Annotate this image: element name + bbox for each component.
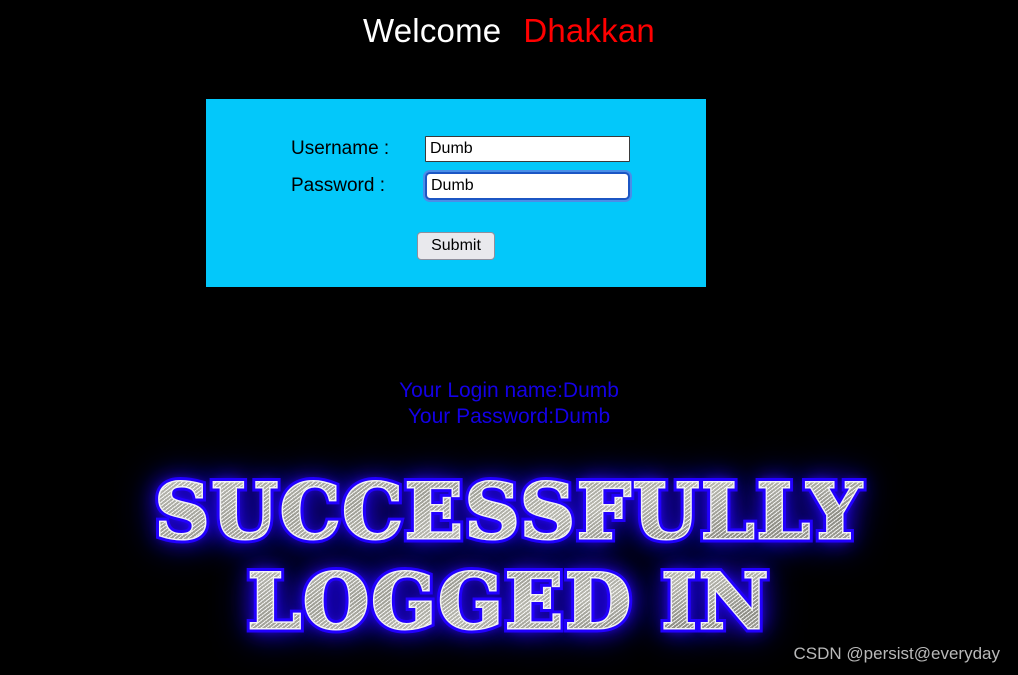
banner-line-1: SUCCESSFULLY SUCCESSFULLY SUCCESSFULLY [0, 465, 1018, 558]
username-row: Username : [206, 130, 706, 167]
form-fields: Username : Password : [206, 130, 706, 204]
username-label: Username : [291, 137, 390, 159]
password-result: Your Password:Dumb [407, 405, 611, 428]
login-name-result: Your Login name:Dumb [399, 379, 619, 402]
login-result-text: Your Login name:Dumb Your Password:Dumb [0, 378, 1018, 430]
submit-row: Submit [206, 232, 706, 260]
password-label: Password : [291, 174, 385, 196]
submit-button[interactable]: Submit [417, 232, 495, 260]
user-name-label: Dhakkan [523, 12, 655, 49]
watermark: CSDN @persist@everyday [793, 644, 1000, 663]
success-banner: SUCCESSFULLY SUCCESSFULLY SUCCESSFULLY L… [0, 465, 1018, 648]
welcome-label: Welcome [363, 12, 502, 49]
banner-line-1-face: SUCCESSFULLY [154, 467, 864, 556]
password-input[interactable] [425, 171, 630, 200]
banner-line-2-face: LOGGED IN [247, 557, 771, 646]
username-input[interactable] [425, 135, 630, 162]
page-title: Welcome Dhakkan [0, 10, 1018, 52]
password-row: Password : [206, 167, 706, 204]
banner-line-2: LOGGED IN LOGGED IN LOGGED IN [0, 555, 1018, 648]
login-form-panel: Username : Password : Submit [206, 99, 706, 287]
